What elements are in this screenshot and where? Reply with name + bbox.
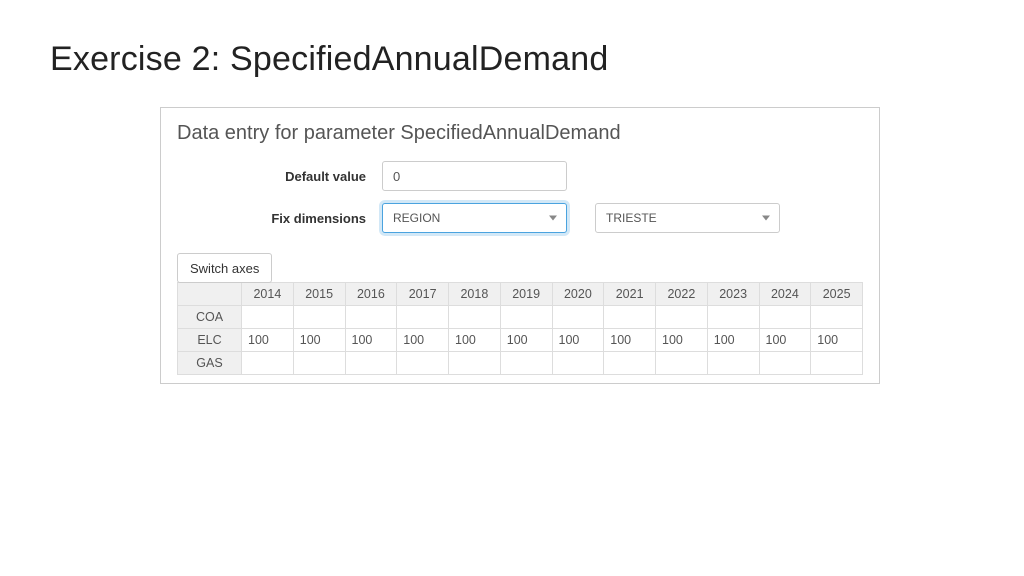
data-entry-panel: Data entry for parameter SpecifiedAnnual… [160,107,880,384]
data-table: 2014201520162017201820192020202120222023… [177,282,863,375]
page-title: Exercise 2: SpecifiedAnnualDemand [50,40,974,79]
table-row: ELC100100100100100100100100100100100100 [178,329,863,352]
table-cell[interactable] [500,306,552,329]
dimension-select-1[interactable]: REGION [382,203,567,233]
table-cell[interactable]: 100 [811,329,863,352]
table-cell[interactable] [500,352,552,375]
table-cell[interactable] [552,306,604,329]
table-cell[interactable] [293,352,345,375]
dimension-select-2[interactable]: TRIESTE [595,203,780,233]
default-value-row: Default value [177,161,863,191]
col-header: 2014 [242,283,294,306]
table-cell[interactable] [449,306,501,329]
table-cell[interactable] [604,306,656,329]
table-cell[interactable]: 100 [293,329,345,352]
col-header: 2018 [449,283,501,306]
table-row: COA [178,306,863,329]
table-cell[interactable] [397,306,449,329]
table-cell[interactable] [397,352,449,375]
table-cell[interactable]: 100 [345,329,397,352]
fix-dimensions-row: Fix dimensions REGION TRIESTE [177,203,863,233]
table-cell[interactable] [707,306,759,329]
table-row: GAS [178,352,863,375]
table-corner [178,283,242,306]
table-cell[interactable]: 100 [707,329,759,352]
table-cell[interactable] [449,352,501,375]
default-value-label: Default value [177,169,382,184]
table-cell[interactable] [707,352,759,375]
table-cell[interactable]: 100 [604,329,656,352]
col-header: 2017 [397,283,449,306]
table-cell[interactable] [345,306,397,329]
table-cell[interactable] [293,306,345,329]
switch-axes-button[interactable]: Switch axes [177,253,272,283]
table-cell[interactable] [759,306,811,329]
row-header: ELC [178,329,242,352]
table-cell[interactable] [552,352,604,375]
table-cell[interactable]: 100 [656,329,708,352]
table-cell[interactable] [656,306,708,329]
row-header: COA [178,306,242,329]
table-cell[interactable]: 100 [397,329,449,352]
table-cell[interactable]: 100 [759,329,811,352]
fix-dimensions-label: Fix dimensions [177,211,382,226]
col-header: 2015 [293,283,345,306]
col-header: 2025 [811,283,863,306]
col-header: 2020 [552,283,604,306]
col-header: 2016 [345,283,397,306]
panel-heading: Data entry for parameter SpecifiedAnnual… [177,122,863,145]
col-header: 2023 [707,283,759,306]
table-cell[interactable] [811,352,863,375]
col-header: 2019 [500,283,552,306]
col-header: 2022 [656,283,708,306]
table-cell[interactable]: 100 [449,329,501,352]
table-cell[interactable] [811,306,863,329]
table-cell[interactable] [345,352,397,375]
table-cell[interactable] [242,352,294,375]
table-cell[interactable]: 100 [500,329,552,352]
row-header: GAS [178,352,242,375]
table-cell[interactable] [242,306,294,329]
table-cell[interactable] [759,352,811,375]
table-cell[interactable] [656,352,708,375]
table-cell[interactable] [604,352,656,375]
default-value-input[interactable] [382,161,567,191]
table-cell[interactable]: 100 [242,329,294,352]
dimension-select-2-value: TRIESTE [606,211,657,225]
col-header: 2021 [604,283,656,306]
table-cell[interactable]: 100 [552,329,604,352]
col-header: 2024 [759,283,811,306]
dimension-select-1-value: REGION [393,211,440,225]
